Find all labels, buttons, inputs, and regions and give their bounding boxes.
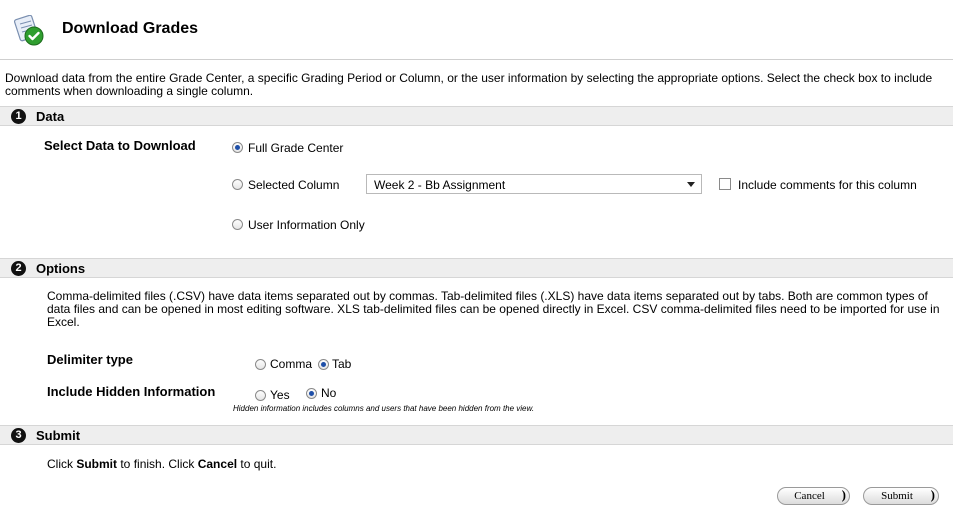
step-2-number: 2	[11, 261, 26, 276]
instructions-suffix: to quit.	[237, 457, 277, 471]
column-select[interactable]: Week 2 - Bb Assignment	[366, 174, 702, 194]
submit-button[interactable]: Submit	[863, 487, 939, 505]
options-description: Comma-delimited files (.CSV) have data i…	[47, 289, 940, 329]
comma-radio[interactable]	[255, 359, 266, 370]
column-select-value: Week 2 - Bb Assignment	[374, 178, 506, 192]
step-3-title: Submit	[36, 428, 81, 443]
step-submit-header: 3 Submit	[0, 425, 953, 445]
instructions-middle: to finish. Click	[117, 457, 198, 471]
instructions-cancel-word: Cancel	[197, 457, 238, 471]
chevron-down-icon	[687, 182, 695, 187]
cancel-button[interactable]: Cancel	[777, 487, 850, 505]
step-1-number: 1	[11, 109, 26, 124]
user-information-label: User Information Only	[248, 218, 365, 232]
full-grade-center-radio[interactable]	[232, 142, 243, 153]
select-data-label: Select Data to Download	[44, 138, 196, 153]
include-comments-label: Include comments for this column	[738, 178, 917, 192]
instructions-submit-word: Submit	[76, 457, 118, 471]
hidden-no-radio[interactable]	[306, 388, 317, 399]
submit-instructions: Click Submit to finish. Click Cancel to …	[47, 457, 276, 471]
page-title: Download Grades	[62, 20, 199, 37]
instructions-prefix: Click	[47, 457, 77, 471]
hidden-yes-label: Yes	[270, 388, 290, 402]
step-options-header: 2 Options	[0, 258, 953, 278]
page-header: Download Grades	[0, 0, 953, 60]
comma-label: Comma	[270, 357, 313, 371]
delimiter-type-label: Delimiter type	[47, 352, 133, 367]
include-hidden-label: Include Hidden Information	[47, 384, 216, 399]
hidden-info-hint: Hidden information includes columns and …	[233, 404, 535, 413]
header-divider	[0, 59, 953, 60]
download-grades-icon	[13, 15, 44, 46]
step-data-header: 1 Data	[0, 106, 953, 126]
full-grade-center-label: Full Grade Center	[248, 141, 344, 155]
include-comments-checkbox[interactable]	[719, 178, 731, 190]
user-information-radio[interactable]	[232, 219, 243, 230]
intro-text: Download data from the entire Grade Cent…	[5, 71, 933, 98]
step-3-number: 3	[11, 428, 26, 443]
tab-radio[interactable]	[318, 359, 329, 370]
hidden-no-label: No	[321, 386, 337, 400]
selected-column-label: Selected Column	[248, 178, 340, 192]
selected-column-radio[interactable]	[232, 179, 243, 190]
tab-label: Tab	[332, 357, 352, 371]
step-1-title: Data	[36, 109, 65, 124]
step-2-title: Options	[36, 261, 86, 276]
hidden-yes-radio[interactable]	[255, 390, 266, 401]
